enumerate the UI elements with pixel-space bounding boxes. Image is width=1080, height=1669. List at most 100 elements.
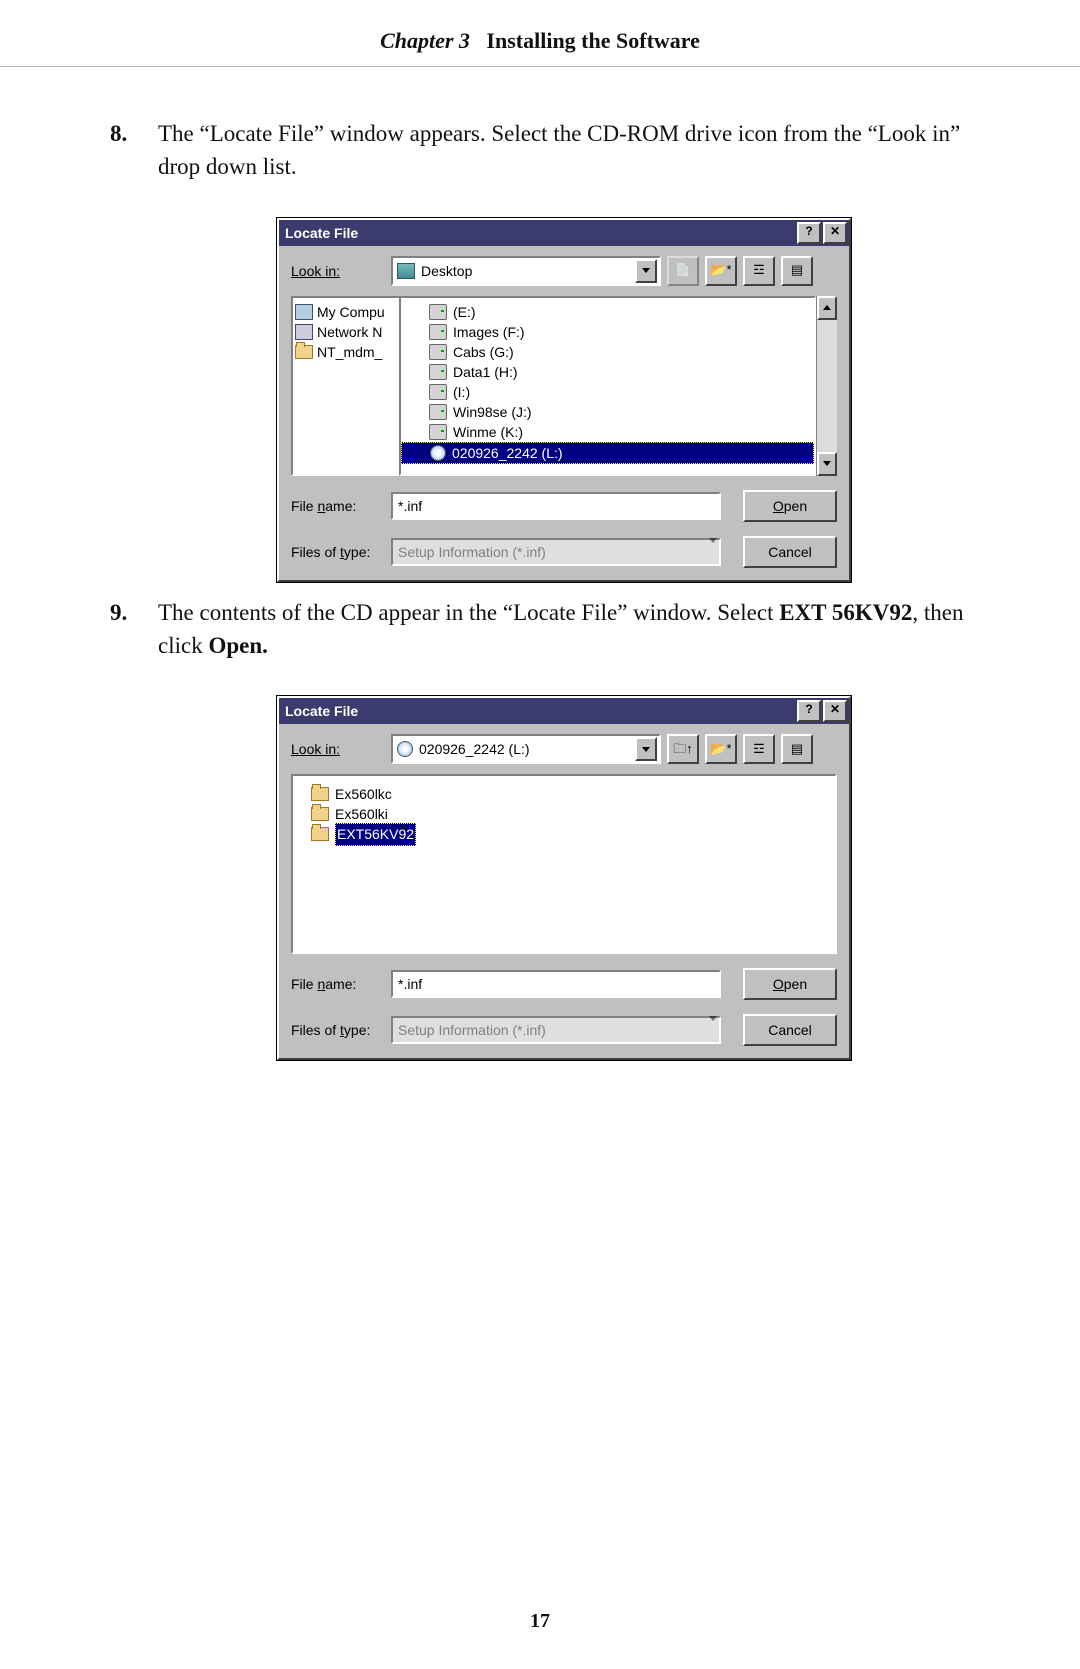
scroll-down-button[interactable] [817, 452, 837, 476]
file-item[interactable]: Ex560lki [297, 804, 833, 824]
drive-icon [429, 324, 447, 340]
page-number: 17 [0, 1610, 1080, 1633]
cancel-button[interactable]: Cancel [743, 536, 837, 568]
step-8-number: 8. [110, 117, 158, 184]
details-icon: ▤ [791, 740, 803, 759]
dialog1-titlebar[interactable]: Locate File ? ✕ [279, 220, 849, 246]
folder-icon [311, 827, 329, 841]
step-8: 8. The “Locate File” window appears. Sel… [110, 117, 970, 184]
dropdown-item-label: Data1 (H:) [453, 362, 518, 382]
toolbar-newfolder-button[interactable]: 📂* [705, 734, 737, 764]
locate-file-dialog-2: Locate File ? ✕ Look in: 020926_2242 (L:… [277, 696, 851, 1060]
dialog1-dropdown-list[interactable]: (E:)Images (F:)Cabs (G:)Data1 (H:)(I:)Wi… [399, 296, 816, 476]
dropdown-item[interactable]: (E:) [401, 302, 814, 322]
file-name-input[interactable]: *.inf [391, 970, 721, 998]
cancel-button[interactable]: Cancel [743, 1014, 837, 1046]
chevron-up-icon [823, 305, 831, 310]
left-item-mycomputer[interactable]: My Compu [295, 302, 397, 322]
dialog2-list-area: Ex560lkcEx560lkiEXT56KV92 [291, 774, 837, 954]
toolbar-details-button[interactable]: ▤ [781, 734, 813, 764]
look-in-combo[interactable]: Desktop [391, 256, 661, 286]
file-item[interactable]: Ex560lkc [297, 784, 833, 804]
dropdown-item[interactable]: Cabs (G:) [401, 342, 814, 362]
dropdown-item[interactable]: Winme (K:) [401, 422, 814, 442]
dialog1-title: Locate File [285, 223, 358, 243]
chapter-label: Chapter 3 [380, 28, 470, 53]
drive-icon [429, 404, 447, 420]
chevron-down-icon [823, 461, 831, 466]
left-item-network[interactable]: Network N [295, 322, 397, 342]
dialog1-scrollbar[interactable] [816, 296, 837, 476]
drive-icon [429, 364, 447, 380]
step-8-text: The “Locate File” window appears. Select… [158, 117, 970, 184]
file-type-combo[interactable]: Setup Information (*.inf) [391, 538, 721, 566]
up-folder-icon: 🗀↑ [673, 740, 693, 759]
dropdown-item[interactable]: Data1 (H:) [401, 362, 814, 382]
open-button[interactable]: Open [743, 490, 837, 522]
dialog1-list-area: My Compu Network N NT_mdm_ (E:)Images (F… [291, 296, 837, 476]
drive-icon [429, 424, 447, 440]
look-in-label: Look in: [291, 739, 391, 759]
open-button[interactable]: Open [743, 968, 837, 1000]
drive-icon [429, 304, 447, 320]
left-item-ntmdm[interactable]: NT_mdm_ [295, 342, 397, 362]
scroll-up-button[interactable] [817, 296, 837, 320]
page-header: Chapter 3 Installing the Software [0, 0, 1080, 54]
close-button[interactable]: ✕ [823, 222, 847, 244]
toolbar-up-button[interactable]: 🗀↑ [667, 734, 699, 764]
help-button[interactable]: ? [797, 222, 821, 244]
file-name-label: File name: [291, 496, 391, 516]
toolbar-details-button[interactable]: ▤ [781, 256, 813, 286]
file-item-label: Ex560lkc [335, 784, 392, 804]
dropdown-item[interactable]: (I:) [401, 382, 814, 402]
dialog2-titlebar[interactable]: Locate File ? ✕ [279, 698, 849, 724]
network-icon [295, 324, 313, 340]
combo-arrow-icon[interactable] [635, 737, 657, 761]
dropdown-item-label: 020926_2242 (L:) [452, 443, 563, 463]
file-type-label: Files of type: [291, 1020, 391, 1040]
scroll-track[interactable] [817, 320, 837, 452]
type-combo-arrow[interactable] [709, 1019, 717, 1039]
dialog1-left-pane[interactable]: My Compu Network N NT_mdm_ [291, 296, 399, 476]
toolbar-up-button[interactable]: 📄 [667, 256, 699, 286]
help-button[interactable]: ? [797, 700, 821, 722]
dialog2-title: Locate File [285, 701, 358, 721]
cd-icon [430, 445, 446, 461]
dropdown-item[interactable]: Win98se (J:) [401, 402, 814, 422]
dropdown-item-label: (I:) [453, 382, 470, 402]
screenshot-1: Locate File ? ✕ Look in: Desktop 📄 📂* ☲ [110, 218, 970, 582]
type-combo-arrow[interactable] [709, 541, 717, 561]
close-button[interactable]: ✕ [823, 700, 847, 722]
cd-icon [397, 741, 413, 757]
folder-icon [295, 345, 313, 359]
file-type-combo[interactable]: Setup Information (*.inf) [391, 1016, 721, 1044]
up-icon: 📄 [675, 261, 691, 280]
toolbar-list-button[interactable]: ☲ [743, 256, 775, 286]
new-folder-icon: 📂* [710, 261, 731, 280]
list-icon: ☲ [753, 261, 765, 280]
file-item[interactable]: EXT56KV92 [297, 824, 833, 844]
toolbar-newfolder-button[interactable]: 📂* [705, 256, 737, 286]
dropdown-item[interactable]: 020926_2242 (L:) [401, 442, 814, 464]
folder-icon [311, 787, 329, 801]
dialog2-file-list[interactable]: Ex560lkcEx560lkiEXT56KV92 [291, 774, 837, 954]
step-9-number: 9. [110, 596, 158, 663]
dropdown-item-label: Images (F:) [453, 322, 525, 342]
step-9: 9. The contents of the CD appear in the … [110, 596, 970, 663]
combo-arrow-icon[interactable] [635, 259, 657, 283]
file-name-label: File name: [291, 974, 391, 994]
dropdown-item-label: (E:) [453, 302, 476, 322]
desktop-icon [397, 263, 415, 279]
dropdown-item[interactable]: Images (F:) [401, 322, 814, 342]
look-in-combo[interactable]: 020926_2242 (L:) [391, 734, 661, 764]
locate-file-dialog-1: Locate File ? ✕ Look in: Desktop 📄 📂* ☲ [277, 218, 851, 582]
file-type-label: Files of type: [291, 542, 391, 562]
chapter-title: Installing the Software [486, 28, 700, 53]
dropdown-item-label: Cabs (G:) [453, 342, 514, 362]
file-item-label: Ex560lki [335, 804, 388, 824]
toolbar-list-button[interactable]: ☲ [743, 734, 775, 764]
list-icon: ☲ [753, 740, 765, 759]
folder-icon [311, 807, 329, 821]
new-folder-icon: 📂* [710, 740, 731, 759]
file-name-input[interactable]: *.inf [391, 492, 721, 520]
